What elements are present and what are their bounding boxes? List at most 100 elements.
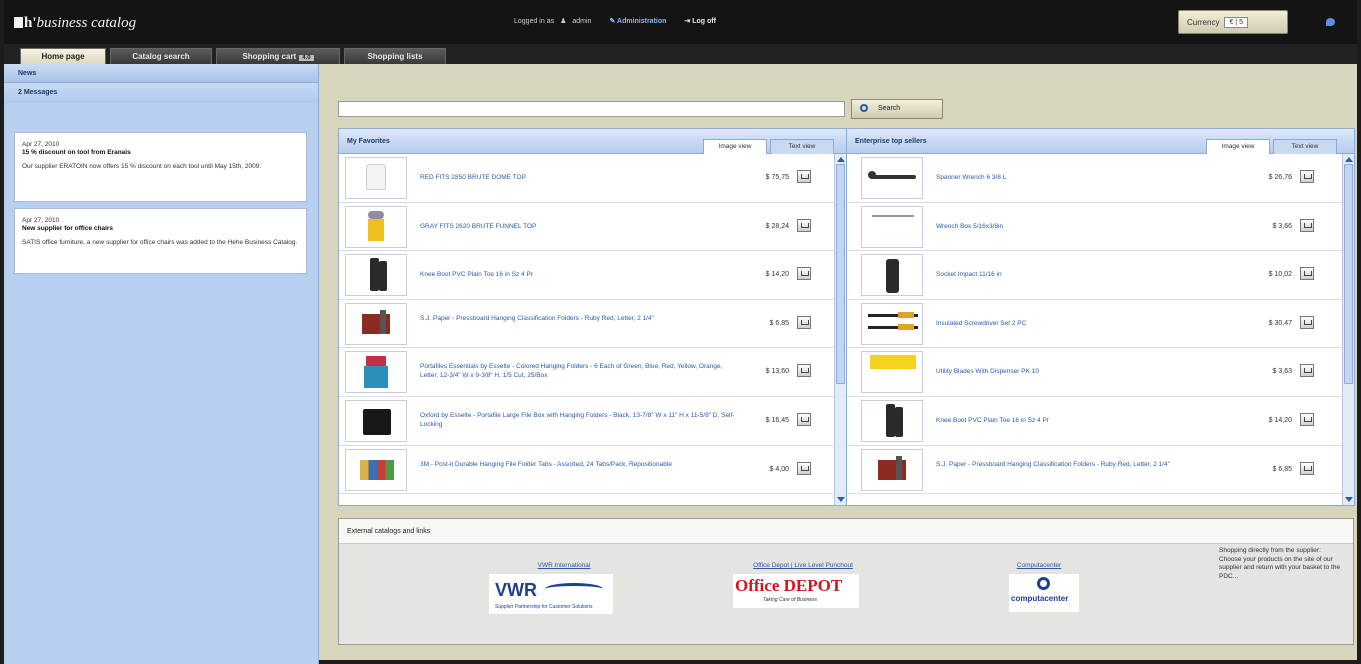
product-link[interactable]: Utility Blades With Dispenser PK 10 [936, 367, 1251, 376]
product-price: $ 4,00 [769, 465, 789, 473]
text-view-tab[interactable]: Text view [770, 139, 834, 154]
add-to-cart-icon[interactable] [1300, 315, 1314, 329]
product-link[interactable]: Wrench Box 5/16x3/8in [936, 222, 1251, 231]
computacenter-link[interactable]: Computacenter [989, 562, 1089, 569]
product-image[interactable] [345, 157, 407, 199]
product-image[interactable] [345, 254, 407, 297]
news-item[interactable]: Apr 27, 2010 New supplier for office cha… [14, 208, 307, 274]
news-body: Our supplier ERATOIN now offers 15 % dis… [22, 163, 262, 170]
logo-square-icon [14, 17, 23, 28]
add-to-cart-icon[interactable] [1300, 364, 1314, 378]
list-item: 3M - Post-it Durable Hanging File Folder… [339, 446, 834, 495]
news-date: Apr 27, 2010 [22, 141, 60, 148]
product-link[interactable]: Oxford by Esselte - Portafile Large File… [420, 411, 735, 429]
list-item: Socket Impact 11/16 in $ 10,02 [847, 251, 1342, 300]
add-to-cart-icon[interactable] [797, 315, 811, 329]
search-button[interactable]: Search [851, 99, 943, 119]
product-image[interactable] [861, 448, 923, 491]
image-view-tab[interactable]: Image view [703, 139, 767, 154]
scrollbar-thumb[interactable] [836, 164, 845, 384]
product-image[interactable] [861, 399, 923, 442]
product-link[interactable]: S.J. Paper - Pressboard Hanging Classifi… [936, 460, 1251, 469]
product-price: $ 3,66 [1272, 222, 1292, 230]
news-item[interactable]: Apr 27, 2010 15 % discount on tool from … [14, 132, 307, 202]
main-tabs: Home page Catalog search Shopping cart 4.… [4, 44, 1357, 64]
add-to-cart-icon[interactable] [1300, 218, 1314, 232]
favorites-panel: My Favorites Image view Text view RED FI… [338, 128, 847, 506]
product-link[interactable]: Portafiles Essentials by Esselte - Color… [420, 362, 735, 380]
product-image[interactable] [861, 205, 923, 248]
computacenter-logo[interactable]: computacenter [1009, 574, 1079, 612]
top-sellers-scrollbar[interactable] [1342, 154, 1354, 505]
scrollbar-thumb[interactable] [1344, 164, 1353, 384]
product-price: $ 13,60 [765, 368, 789, 376]
top-sellers-list: Spanner Wrench 6 3/8 L $ 26,76 Wrench Bo… [847, 154, 1342, 505]
tab-shopping-lists[interactable]: Shopping lists [344, 48, 446, 64]
product-image[interactable] [861, 254, 923, 297]
tab-label: Shopping cart [242, 52, 297, 61]
add-to-cart-icon[interactable] [1300, 412, 1314, 426]
currency-selector[interactable]: Currency € | 5 [1178, 10, 1288, 34]
news-date: Apr 27, 2010 [22, 217, 60, 224]
tab-catalog-search[interactable]: Catalog search [110, 48, 212, 64]
product-image[interactable] [345, 448, 407, 491]
product-image[interactable] [345, 205, 407, 248]
text-view-tab[interactable]: Text view [1273, 139, 1337, 154]
product-link[interactable]: Socket Impact 11/16 in [936, 270, 1251, 279]
product-price: $ 30,47 [1268, 319, 1292, 327]
cart-count-badge: 4.0 [299, 55, 314, 61]
product-image[interactable] [861, 351, 923, 394]
computacenter-logo-text: computacenter [1011, 594, 1069, 603]
add-to-cart-icon[interactable] [797, 412, 811, 426]
news-title: 15 % discount on tool from Eranais [22, 149, 131, 156]
product-link[interactable]: Knee Boot PVC Plain Toe 16 in Sz 4 Pr [420, 270, 735, 279]
product-link[interactable]: S.J. Paper - Pressboard Hanging Classifi… [420, 314, 735, 323]
scroll-up-icon[interactable] [837, 157, 845, 162]
tab-shopping-cart[interactable]: Shopping cart 4.0 [216, 48, 340, 64]
product-image[interactable] [861, 157, 923, 199]
add-to-cart-icon[interactable] [797, 218, 811, 232]
scroll-up-icon[interactable] [1345, 157, 1353, 162]
product-link[interactable]: GRAY FITS 2620 BRUTE FUNNEL TOP [420, 222, 735, 231]
office-depot-link[interactable]: Office Depot | Live Level Punchout [723, 562, 883, 569]
product-image[interactable] [345, 351, 407, 394]
product-link[interactable]: Knee Boot PVC Plain Toe 16 in Sz 4 Pr [936, 416, 1251, 425]
computacenter-icon [1037, 577, 1050, 590]
product-price: $ 3,63 [1272, 368, 1292, 376]
product-link[interactable]: Insulated Screwdriver Set 2 PC [936, 319, 1251, 328]
log-off-label: Log off [692, 18, 716, 25]
currency-dropdown[interactable]: € | 5 [1224, 16, 1248, 28]
product-image[interactable] [861, 302, 923, 345]
help-icon[interactable] [1326, 18, 1335, 26]
product-image[interactable] [345, 399, 407, 442]
vwr-logo[interactable]: VWR Supplier Partnership for Customer So… [489, 574, 613, 614]
tab-label: Shopping lists [367, 52, 423, 61]
product-image[interactable] [345, 302, 407, 345]
currency-label: Currency [1187, 17, 1220, 27]
scroll-down-icon[interactable] [837, 497, 845, 502]
product-link[interactable]: RED FITS 2850 BRUTE DOME TOP [420, 173, 735, 182]
office-depot-logo[interactable]: Office DEPOT Taking Care of Business [733, 574, 859, 608]
log-off-link[interactable]: ⇥ Log off [684, 17, 716, 25]
add-to-cart-icon[interactable] [1300, 461, 1314, 475]
add-to-cart-icon[interactable] [797, 364, 811, 378]
favorites-scrollbar[interactable] [834, 154, 846, 505]
add-to-cart-icon[interactable] [1300, 170, 1314, 183]
scroll-down-icon[interactable] [1345, 497, 1353, 502]
add-to-cart-icon[interactable] [797, 267, 811, 281]
administration-link[interactable]: ✎ Administration [609, 17, 666, 25]
vwr-link[interactable]: VWR International [489, 562, 639, 569]
search-input[interactable] [338, 101, 845, 117]
product-link[interactable]: Spanner Wrench 6 3/8 L [936, 173, 1251, 182]
product-price: $ 75,75 [765, 174, 789, 181]
tab-home-page[interactable]: Home page [20, 48, 106, 64]
image-view-tab[interactable]: Image view [1206, 139, 1270, 154]
add-to-cart-icon[interactable] [797, 170, 811, 183]
add-to-cart-icon[interactable] [797, 461, 811, 475]
news-heading[interactable]: News [4, 64, 318, 83]
product-link[interactable]: 3M - Post-it Durable Hanging File Folder… [420, 460, 735, 469]
add-to-cart-icon[interactable] [1300, 267, 1314, 281]
currency-value: 5 [1239, 18, 1243, 26]
office-depot-tagline: Taking Care of Business [763, 597, 818, 603]
header-bar: h'business catalog Logged in as ♟ admin … [4, 0, 1357, 44]
